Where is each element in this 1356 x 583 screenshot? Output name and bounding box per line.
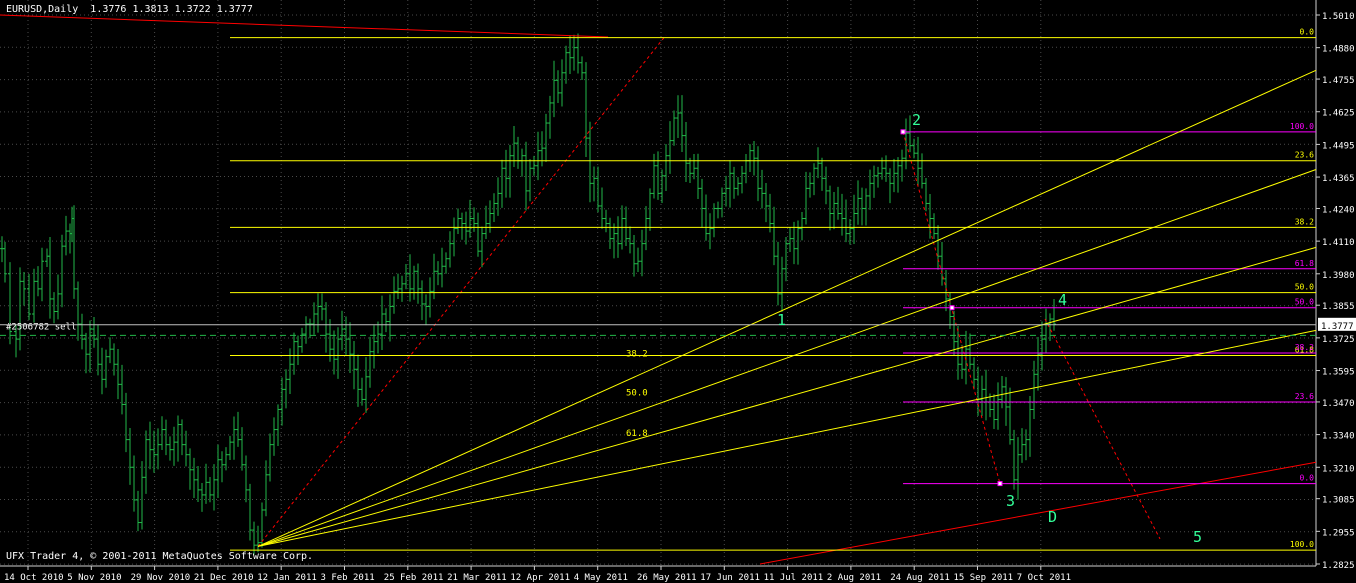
time-tick-label: 4 May 2011 [574, 573, 628, 583]
price-chart[interactable]: 1.5010 1.4880 1.4755 1.4625 1.4495 1.4365 1.42… [0, 0, 1356, 583]
time-tick-label: 14 Oct 2010 [4, 573, 64, 583]
time-tick-label: 12 Apr 2011 [510, 573, 570, 583]
fib-label-yellow: 23.6 [1295, 151, 1314, 160]
price-tick-label: 1.4110 [1322, 238, 1355, 248]
wave-pivot-marker [900, 129, 906, 135]
fib-label-magenta: 0.0 [1300, 474, 1315, 483]
wave-path-4-5 [1044, 318, 1161, 540]
price-tick-label: 1.3470 [1322, 399, 1355, 409]
price-tick-label: 1.3085 [1322, 496, 1355, 506]
time-tick-label: 5 Nov 2010 [67, 573, 121, 583]
price-tick-label: 1.3595 [1322, 368, 1355, 378]
price-tick-label: 1.3980 [1322, 271, 1355, 281]
mt4-chart-window: EURUSD,Daily 1.3776 1.3813 1.3722 1.3777… [0, 0, 1356, 583]
fib-fan-line [257, 329, 1317, 547]
price-tick-label: 1.4755 [1322, 76, 1355, 86]
time-tick-label: 25 Feb 2011 [384, 573, 444, 583]
order-line-label: #2506782 sell [6, 322, 76, 332]
fan-label: 38.2 [626, 350, 648, 360]
price-tick-label: 1.4880 [1322, 45, 1355, 55]
wave-label: 3 [1006, 492, 1015, 510]
time-tick-label: 3 Feb 2011 [321, 573, 375, 583]
time-tick-label: 7 Oct 2011 [1017, 573, 1071, 583]
price-tick-label: 1.4495 [1322, 141, 1355, 151]
time-tick-label: 29 Nov 2010 [131, 573, 191, 583]
price-tick-label: 1.3340 [1322, 432, 1355, 442]
time-tick-label: 24 Aug 2011 [890, 573, 950, 583]
wave-label: 5 [1193, 528, 1202, 546]
red-trendline-bottom [759, 461, 1317, 565]
current-price-label: 1.3777 [1321, 322, 1354, 332]
time-tick-label: 21 Dec 2010 [194, 573, 254, 583]
fib-label-yellow: 50.0 [1295, 283, 1314, 292]
price-tick-label: 1.3725 [1322, 335, 1355, 345]
fib-fan-line [257, 169, 1317, 547]
fib-label-magenta: 38.2 [1295, 343, 1314, 352]
price-tick-label: 1.2955 [1322, 528, 1355, 538]
fib-label-yellow: 38.2 [1295, 217, 1314, 226]
time-tick-label: 15 Sep 2011 [954, 573, 1014, 583]
fib-fan-line [257, 69, 1317, 547]
wave-label: 1 [777, 311, 786, 329]
fib-label-yellow: 0.0 [1300, 28, 1315, 37]
price-tick-label: 1.3855 [1322, 302, 1355, 312]
red-dashed-fib-diagonal [257, 34, 667, 547]
fib-label-yellow: 100.0 [1290, 540, 1314, 549]
price-tick-label: 1.4625 [1322, 109, 1355, 119]
price-tick-label: 1.5010 [1322, 12, 1355, 22]
time-tick-label: 21 Mar 2011 [447, 573, 507, 583]
fib-label-magenta: 100.0 [1290, 122, 1314, 131]
time-tick-label: 2 Aug 2011 [827, 573, 881, 583]
time-tick-label: 11 Jul 2011 [764, 573, 824, 583]
wave-label: 2 [912, 111, 921, 129]
price-tick-label: 1.4240 [1322, 205, 1355, 215]
fan-label: 50.0 [626, 389, 648, 399]
red-trendline-top [0, 14, 609, 38]
fan-label: 61.8 [626, 429, 648, 439]
time-tick-label: 26 May 2011 [637, 573, 697, 583]
wave-label: D [1048, 508, 1057, 526]
time-tick-label: 12 Jan 2011 [257, 573, 317, 583]
fib-label-magenta: 61.8 [1295, 259, 1314, 268]
time-tick-label: 17 Jun 2011 [700, 573, 760, 583]
fib-label-magenta: 50.0 [1295, 298, 1314, 307]
fib-label-magenta: 23.6 [1295, 392, 1314, 401]
wave-label: 4 [1058, 291, 1067, 309]
price-tick-label: 1.3210 [1322, 464, 1355, 474]
wave-pivot-marker [949, 305, 955, 311]
copyright-footer: UFX Trader 4, © 2001-2011 MetaQuotes Sof… [6, 551, 314, 562]
price-tick-label: 1.2825 [1322, 561, 1355, 571]
price-tick-label: 1.4365 [1322, 174, 1355, 184]
wave-pivot-marker [997, 481, 1003, 487]
